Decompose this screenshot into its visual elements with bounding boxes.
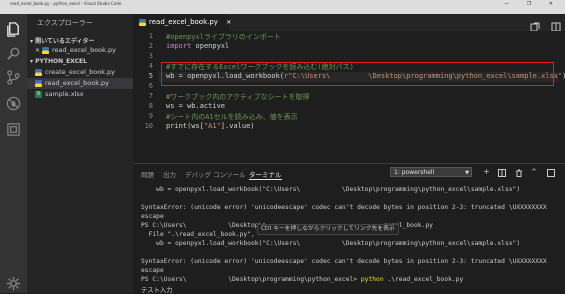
- code-line-7: #ワークブック内のアクティブなシートを取得: [166, 93, 310, 101]
- code-line-1: #openpyxlライブラリのインポート: [166, 33, 281, 41]
- bottom-panel: 問題 出力 デバッグ コンソール ターミナル 1: powershell ▼ + …: [133, 163, 565, 294]
- terminal-selector[interactable]: 1: powershell ▼: [390, 167, 472, 177]
- line-number: 7: [148, 92, 153, 100]
- code-line-8: ws = wb.active: [166, 102, 226, 110]
- search-icon[interactable]: [6, 46, 21, 61]
- terminal-prompt-line: PS C:\Users\ \Desktop\programming\python…: [141, 276, 464, 283]
- activity-bar: [0, 14, 27, 293]
- code-line-2: import openpyxl: [166, 42, 230, 50]
- tab-read-excel-book[interactable]: read_excel_book.py ✕: [133, 14, 231, 31]
- python-file-icon: [35, 79, 42, 87]
- link-tooltip: Ctrl キーを押しながらクリックしてリンク先を表示: [257, 224, 399, 235]
- source-control-icon[interactable]: [6, 70, 21, 85]
- file-item-read-excel-book[interactable]: read_excel_book.py: [27, 78, 133, 89]
- explorer-title: エクスプローラー: [37, 19, 93, 27]
- line-number: 6: [148, 82, 153, 90]
- red-highlight-box: [161, 62, 554, 86]
- files-icon[interactable]: [6, 22, 21, 37]
- python-file-icon: [35, 68, 42, 76]
- tab-problems[interactable]: 問題: [141, 169, 154, 179]
- explorer-sidebar: エクスプローラー ▾ 開いているエディター ✕ read_excel_book.…: [27, 14, 133, 293]
- split-terminal-icon[interactable]: [498, 169, 506, 177]
- terminal-line[interactable]: File ".\read_excel_book.py",: [141, 231, 255, 238]
- editor-tab-bar: read_excel_book.py ✕: [133, 14, 565, 32]
- title-bar: read_excel_book.py - python_excel - Visu…: [0, 0, 565, 8]
- python-file-icon: [41, 46, 49, 54]
- line-number: 1: [148, 32, 153, 40]
- code-line-10: print(ws["A1"].value): [166, 122, 255, 130]
- line-number: 3: [148, 52, 153, 60]
- window-controls[interactable]: — ❐ ✕: [504, 0, 561, 8]
- terminal-line: SyntaxError: (unicode error) 'unicodeesc…: [141, 204, 547, 211]
- tab-debug-console[interactable]: デバッグ コンソール: [185, 169, 246, 179]
- maximize-panel-icon[interactable]: ^: [531, 168, 537, 176]
- code-editor[interactable]: 1 2 3 4 5 6 7 8 9 10 #openpyxlライブラリのインポー…: [133, 31, 565, 163]
- window-title: read_excel_book.py - python_excel - Visu…: [10, 1, 122, 6]
- close-panel-icon[interactable]: [547, 169, 555, 177]
- line-number: 2: [148, 42, 153, 50]
- terminal-line: escape: [141, 213, 164, 220]
- open-editor-item[interactable]: ✕ read_excel_book.py: [27, 45, 133, 56]
- excel-file-icon: X: [35, 90, 42, 98]
- terminal-line: SyntaxError: (unicode error) 'unicodeesc…: [141, 258, 547, 265]
- debug-icon[interactable]: [6, 96, 21, 111]
- terminal-line: wb = openpyxl.load_workbook("C:\Users\ \…: [141, 240, 521, 247]
- line-number: 4: [148, 62, 153, 70]
- trash-icon[interactable]: [515, 169, 523, 177]
- python-file-icon: [139, 18, 146, 26]
- extensions-icon[interactable]: [6, 122, 21, 137]
- file-item-create-excel-book[interactable]: create_excel_book.py: [27, 67, 133, 78]
- settings-gear-icon[interactable]: [6, 276, 21, 291]
- chevron-down-icon: ▼: [465, 170, 469, 176]
- line-number: 9: [148, 112, 153, 120]
- line-number: 8: [148, 102, 153, 110]
- close-icon[interactable]: ✕: [226, 19, 231, 26]
- tab-terminal[interactable]: ターミナル: [249, 169, 282, 180]
- line-number: 5: [148, 72, 153, 80]
- terminal-line: wb = openpyxl.load_workbook("C:\Users\ \…: [141, 186, 521, 193]
- close-icon[interactable]: ✕: [35, 47, 42, 54]
- code-line-9: #シート内のA1セルを読み込み、値を表示: [166, 113, 298, 121]
- tab-output[interactable]: 出力: [163, 169, 176, 179]
- new-terminal-icon[interactable]: +: [483, 167, 490, 176]
- line-number: 10: [144, 122, 153, 130]
- workspace-header[interactable]: ▾ PYTHON_EXCEL: [30, 58, 87, 65]
- open-editors-header[interactable]: ▾ 開いているエディター: [30, 36, 95, 45]
- file-item-sample-xlsx[interactable]: Xsample.xlsx: [27, 89, 133, 100]
- terminal-line: escape: [141, 267, 164, 274]
